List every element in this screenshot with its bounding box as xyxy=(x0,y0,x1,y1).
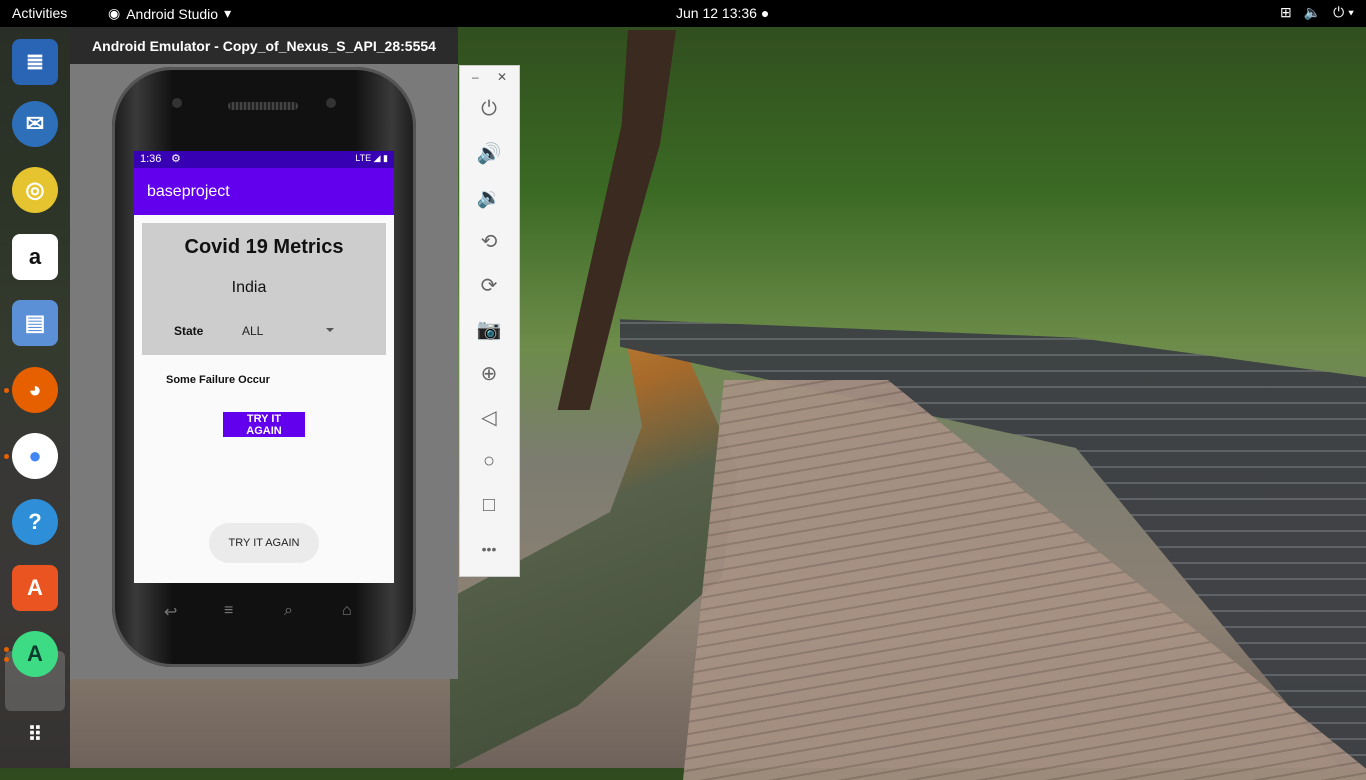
app-menu-label: Android Studio xyxy=(126,5,219,22)
app-menu[interactable]: ◉ Android Studio ▾ xyxy=(108,5,231,22)
hardware-nav-keys: ↩ ≡ ⌕ ⌂ xyxy=(142,602,386,622)
back-key-icon[interactable]: ↩ xyxy=(164,602,177,622)
system-tray[interactable]: ⊞ 🔈 ⏻ ▾ xyxy=(1280,4,1354,21)
emulator-toolbar: – ✕ ⏻ 🔊 🔉 ⟲ ⟳ 📷 ⊕ ◁ ○ □ ••• xyxy=(459,65,520,577)
rotate-right-icon[interactable]: ⟳ xyxy=(474,270,504,300)
network-icon: ⊞ xyxy=(1279,4,1292,20)
home-icon[interactable]: ○ xyxy=(474,446,504,476)
rotate-left-icon[interactable]: ⟲ xyxy=(474,226,504,256)
chrome-icon[interactable]: ● xyxy=(12,433,58,479)
device-screen[interactable]: 1:36 ⚙ LTE ◢ ▮ baseproject Covid 19 Metr… xyxy=(134,151,394,583)
power-icon: ⏻ ▾ xyxy=(1333,4,1354,20)
dropdown-arrow-icon[interactable] xyxy=(326,328,334,332)
gear-icon: ⚙ xyxy=(171,153,181,165)
country-label: India xyxy=(231,279,267,296)
retry-button[interactable]: TRY IT AGAIN xyxy=(223,412,305,437)
menu-key-icon[interactable]: ≡ xyxy=(224,602,233,620)
speaker-grille xyxy=(228,102,298,110)
state-label: State xyxy=(174,324,204,338)
status-indicators: LTE ◢ ▮ xyxy=(355,153,388,163)
status-bar: 1:36 ⚙ LTE ◢ ▮ xyxy=(134,151,394,168)
android-studio-dock-icon[interactable]: A xyxy=(12,631,58,677)
running-indicator xyxy=(4,388,9,393)
activities-button[interactable]: Activities xyxy=(12,5,67,21)
toolbar-window-controls: – ✕ xyxy=(460,70,519,84)
running-indicator xyxy=(4,647,9,652)
writer-icon[interactable]: ≣ xyxy=(12,39,58,85)
failure-message: Some Failure Occur xyxy=(166,374,270,386)
firefox-icon[interactable]: ◕ xyxy=(12,367,58,413)
dock: ≣ ✉ ◎ a ▤ ◕ ● ? A A ⠿ xyxy=(0,27,70,768)
app-title: baseproject xyxy=(147,183,230,200)
window-title[interactable]: Android Emulator - Copy_of_Nexus_S_API_2… xyxy=(70,27,458,64)
overview-icon[interactable]: □ xyxy=(474,490,504,520)
files-icon[interactable]: ▤ xyxy=(12,300,58,346)
top-bar: Activities ◉ Android Studio ▾ Jun 12 13:… xyxy=(0,0,1366,27)
retry-button-secondary[interactable]: TRY IT AGAIN xyxy=(209,523,319,563)
home-key-icon[interactable]: ⌂ xyxy=(342,602,352,620)
android-studio-icon: ◉ xyxy=(108,5,121,21)
clock[interactable]: Jun 12 13:36 ● xyxy=(676,5,769,21)
power-button-icon[interactable]: ⏻ xyxy=(474,94,504,124)
back-icon[interactable]: ◁ xyxy=(474,402,504,432)
help-icon[interactable]: ? xyxy=(12,499,58,545)
more-icon[interactable]: ••• xyxy=(474,534,504,564)
thunderbird-icon[interactable]: ✉ xyxy=(12,101,58,147)
metrics-card: Covid 19 Metrics India State ALL xyxy=(142,223,386,355)
zoom-icon[interactable]: ⊕ xyxy=(474,358,504,388)
volume-down-icon[interactable]: 🔉 xyxy=(474,182,504,212)
volume-up-icon[interactable]: 🔊 xyxy=(474,138,504,168)
running-indicator xyxy=(4,657,9,662)
state-select[interactable]: ALL xyxy=(242,324,263,338)
chevron-down-icon: ▾ xyxy=(224,5,232,21)
status-time: 1:36 xyxy=(140,153,162,165)
search-key-icon[interactable]: ⌕ xyxy=(284,602,293,620)
camera-icon[interactable]: 📷 xyxy=(474,314,504,344)
minimize-button[interactable]: – xyxy=(472,70,479,84)
front-camera-icon xyxy=(326,98,336,108)
rhythmbox-icon[interactable]: ◎ xyxy=(12,167,58,213)
sensor-icon xyxy=(172,98,182,108)
close-button[interactable]: ✕ xyxy=(497,70,507,84)
volume-icon: 🔈 xyxy=(1303,4,1322,20)
software-center-icon[interactable]: A xyxy=(12,565,58,611)
amazon-icon[interactable]: a xyxy=(12,234,58,280)
show-applications-icon[interactable]: ⠿ xyxy=(12,711,58,757)
app-bar: baseproject xyxy=(134,168,394,215)
running-indicator xyxy=(4,454,9,459)
page-title: Covid 19 Metrics xyxy=(184,236,344,258)
